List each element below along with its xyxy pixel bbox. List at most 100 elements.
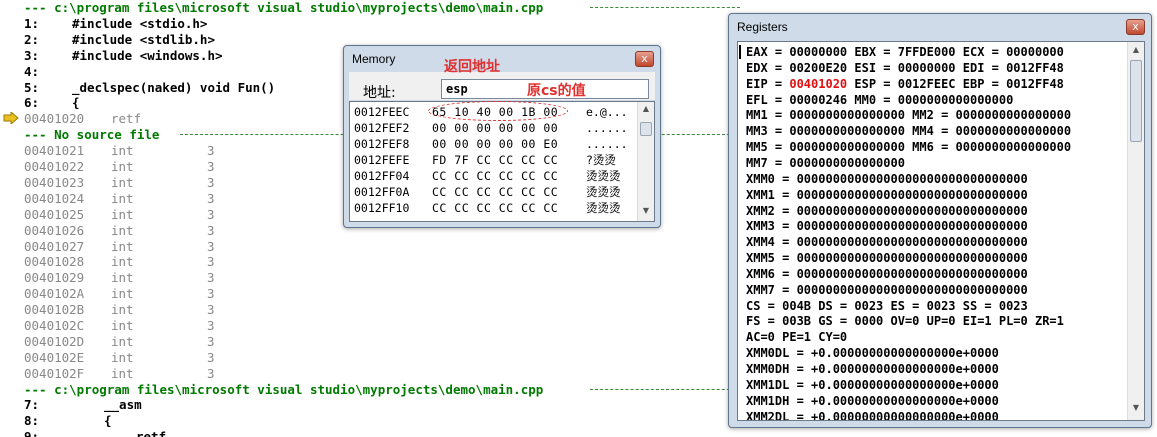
memory-address: 0012FF0A [354,185,410,199]
register-row[interactable]: CS = 004B DS = 0023 ES = 0023 SS = 0023 [746,298,1028,314]
source-code: #include <stdio.h> [72,16,208,31]
memory-address: 0012FEFE [354,153,410,167]
registers-titlebar[interactable]: Registers x [729,14,1151,40]
address-label: 地址: [363,85,396,101]
scroll-down-icon[interactable]: ▼ [1128,403,1144,417]
current-instruction-arrow-icon [3,112,19,124]
annotation-cs-value: 原cs的值 [527,83,586,99]
asm-operand: 3 [207,143,215,158]
header-divider [590,7,740,8]
line-number: 3: [24,48,40,63]
register-row[interactable]: XMM1DH = +0.00000000000000000e+0000 [746,393,999,409]
scroll-thumb[interactable] [640,122,652,136]
scroll-up-icon[interactable]: ▲ [638,104,654,118]
asm-address: 00401024 [24,191,85,206]
close-icon[interactable]: x [635,51,654,67]
scroll-up-icon[interactable]: ▲ [1128,45,1144,59]
register-row[interactable]: MM5 = 0000000000000000 MM6 = 00000000000… [746,139,1071,155]
register-row[interactable]: XMM2 = 00000000000000000000000000000000 [746,203,1028,219]
line-number: 2: [24,32,40,47]
asm-operand: 3 [207,191,215,206]
register-row[interactable]: EAX = 00000000 EBX = 7FFDE000 ECX = 0000… [746,44,1064,60]
line-number: 6: [24,95,40,110]
asm-mnemonic: int [111,334,134,349]
register-label: EIP = [746,76,790,91]
register-row[interactable]: XMM4 = 00000000000000000000000000000000 [746,234,1028,250]
register-row[interactable]: XMM1 = 00000000000000000000000000000000 [746,187,1028,203]
memory-ascii: ?烫烫 [586,153,616,167]
register-row[interactable]: MM3 = 0000000000000000 MM4 = 00000000000… [746,123,1071,139]
register-row[interactable]: XMM2DL = +0.00000000000000000e+0000 [746,409,999,420]
register-row[interactable]: XMM3 = 00000000000000000000000000000000 [746,218,1028,234]
line-number: 1: [24,16,40,31]
memory-address: 0012FF04 [354,169,410,183]
asm-address: 0040102D [24,334,85,349]
memory-address: 0012FF10 [354,201,410,215]
registers-panel[interactable]: EAX = 00000000 EBX = 7FFDE000 ECX = 0000… [737,41,1145,421]
register-row[interactable]: XMM0 = 00000000000000000000000000000000 [746,171,1028,187]
memory-bytes: FD 7F CC CC CC CC [432,153,559,167]
memory-scrollbar[interactable]: ▲ ▼ [637,102,654,221]
memory-toolbar: 地址: [349,72,655,101]
register-row[interactable]: XMM0DL = +0.00000000000000000e+0000 [746,345,999,361]
memory-title: Memory [352,52,396,66]
register-row[interactable]: EIP = 00401020 ESP = 0012FEEC EBP = 0012… [746,76,1064,92]
register-changed-value: 00401020 [789,76,848,91]
asm-operand: 3 [207,239,215,254]
asm-address: 00401029 [24,270,85,285]
scroll-thumb[interactable] [1130,60,1142,142]
asm-mnemonic: int [111,350,134,365]
register-row[interactable]: MM7 = 0000000000000000 [746,155,905,171]
asm-mnemonic: int [111,191,134,206]
asm-address: 00401021 [24,143,85,158]
asm-address: 0040102C [24,318,85,333]
registers-window[interactable]: Registers x EAX = 00000000 EBX = 7FFDE00… [728,13,1152,428]
memory-address: 0012FEEC [354,105,410,119]
register-row[interactable]: XMM6 = 00000000000000000000000000000000 [746,266,1028,282]
asm-address: 00401026 [24,223,85,238]
memory-window[interactable]: Memory x 地址: 0012FEEC65 10 40 00 1B 00e.… [343,45,661,228]
line-number: 9: [24,429,40,437]
register-row[interactable]: XMM0DH = +0.00000000000000000e+0000 [746,361,999,377]
memory-titlebar[interactable]: Memory x [344,46,660,72]
source-code: #include <windows.h> [72,48,223,63]
register-row[interactable]: EFL = 00000246 MM0 = 0000000000000000 [746,92,1013,108]
register-row[interactable]: XMM5 = 00000000000000000000000000000000 [746,250,1028,266]
register-row[interactable]: AC=0 PE=1 CY=0 [746,329,847,345]
asm-operand: 3 [207,175,215,190]
asm-mnemonic: int [111,318,134,333]
asm-mnemonic: int [111,254,134,269]
asm-operand: 3 [207,366,215,381]
asm-operand: 3 [207,254,215,269]
text-caret [739,45,741,59]
asm-address: 00401025 [24,207,85,222]
asm-operand: 3 [207,223,215,238]
memory-bytes: CC CC CC CC CC CC [432,169,559,183]
register-row[interactable]: XMM1DL = +0.00000000000000000e+0000 [746,377,999,393]
line-number: 5: [24,80,40,95]
annotation-ellipse [428,101,568,121]
asm-mnemonic: retf [111,111,142,126]
memory-ascii: ...... [586,137,628,151]
asm-mnemonic: int [111,302,134,317]
scroll-down-icon[interactable]: ▼ [638,206,654,220]
asm-mnemonic: int [111,270,134,285]
asm-operand: 3 [207,270,215,285]
registers-title: Registers [737,20,788,34]
register-text: ESP = 0012FEEC EBP = 0012FF48 [847,76,1064,91]
asm-operand: 3 [207,334,215,349]
source-code: retf [136,429,167,437]
registers-scrollbar[interactable]: ▲ ▼ [1127,42,1144,420]
register-row[interactable]: FS = 003B GS = 0000 OV=0 UP=0 EI=1 PL=0 … [746,313,1064,329]
close-icon[interactable]: x [1126,19,1145,35]
register-row[interactable]: XMM7 = 00000000000000000000000000000000 [746,282,1028,298]
source-code: _declspec(naked) void Fun() [72,80,276,95]
register-row[interactable]: MM1 = 0000000000000000 MM2 = 00000000000… [746,107,1071,123]
asm-operand: 3 [207,318,215,333]
source-code: __asm [104,397,142,412]
asm-address: 00401028 [24,254,85,269]
asm-address: 00401020 [24,111,85,126]
source-code: { [104,413,112,428]
asm-mnemonic: int [111,159,134,174]
register-row[interactable]: EDX = 00200E20 ESI = 00000000 EDI = 0012… [746,60,1064,76]
